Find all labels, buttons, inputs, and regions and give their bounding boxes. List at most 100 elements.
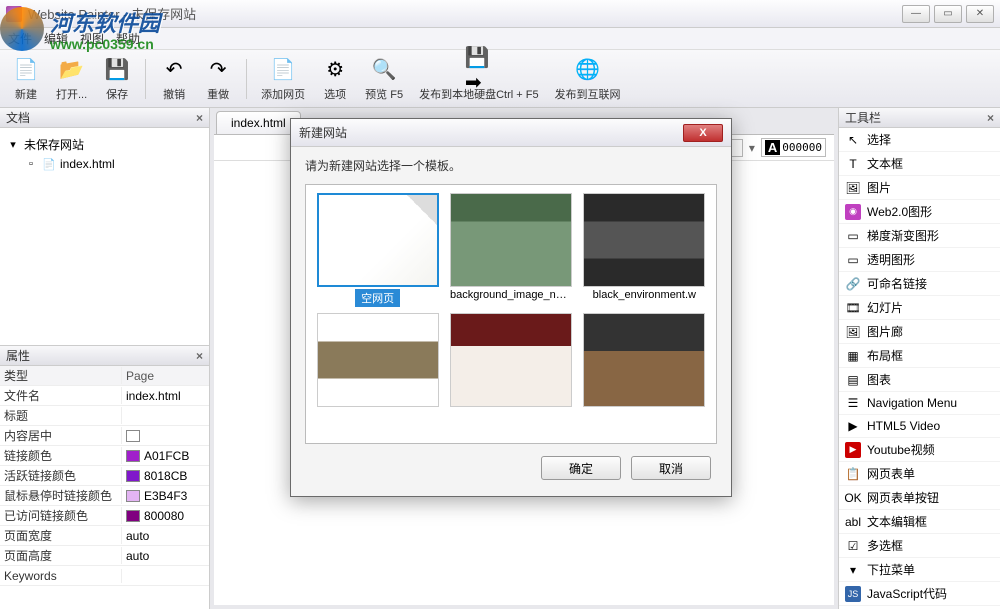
tool-图片[interactable]: 🖼图片 xyxy=(839,176,1000,200)
template-item[interactable] xyxy=(581,313,708,409)
dialog-close-button[interactable]: X xyxy=(683,124,723,142)
prop-row[interactable]: 标题 xyxy=(0,406,209,426)
prop-value[interactable]: auto xyxy=(122,549,209,563)
toolbar-预览 F5[interactable]: 🔍预览 F5 xyxy=(359,54,409,104)
prop-row[interactable]: 活跃链接颜色8018CB xyxy=(0,466,209,486)
prop-value[interactable]: index.html xyxy=(122,389,209,403)
tool-label: 网页表单按钮 xyxy=(867,489,939,506)
tool-文本编辑框[interactable]: abl文本编辑框 xyxy=(839,510,1000,534)
close-button[interactable]: ✕ xyxy=(966,5,994,23)
toolbar-打开...[interactable]: 📂打开... xyxy=(50,54,93,104)
prop-row[interactable]: 链接颜色A01FCB xyxy=(0,446,209,466)
minimize-button[interactable]: — xyxy=(902,5,930,23)
toolbar-撤销[interactable]: ↶撤销 xyxy=(154,54,194,104)
tree-expand-icon[interactable]: ▾ xyxy=(6,138,20,152)
prop-value[interactable]: auto xyxy=(122,529,209,543)
maximize-button[interactable]: ▭ xyxy=(934,5,962,23)
template-list[interactable]: 空网页background_image_natureblack_environm… xyxy=(305,184,717,444)
tool-选择[interactable]: ↖选择 xyxy=(839,128,1000,152)
template-item[interactable] xyxy=(447,313,574,409)
tool-Youtube视频[interactable]: ▶Youtube视频 xyxy=(839,438,1000,462)
color-swatch[interactable] xyxy=(126,510,140,522)
toolbar-发布到互联网[interactable]: 🌐发布到互联网 xyxy=(549,54,627,104)
toolbar-重做[interactable]: ↷重做 xyxy=(198,54,238,104)
template-thumbnail[interactable] xyxy=(583,313,705,407)
template-item[interactable]: black_environment.w xyxy=(581,193,708,307)
prop-value[interactable]: A01FCB xyxy=(122,449,209,463)
prop-row[interactable]: 页面宽度auto xyxy=(0,526,209,546)
tool-label: 梯度渐变图形 xyxy=(867,227,939,244)
toolbox-close-icon[interactable]: × xyxy=(987,111,994,125)
template-item[interactable]: 空网页 xyxy=(314,193,441,307)
dropdown-icon[interactable]: ▾ xyxy=(749,141,755,155)
prop-value[interactable]: 800080 xyxy=(122,509,209,523)
toolbar-发布到本地硬盘Ctrl + F5[interactable]: 💾➡发布到本地硬盘Ctrl + F5 xyxy=(413,54,544,104)
prop-value[interactable]: E3B4F3 xyxy=(122,489,209,503)
toolbar-保存[interactable]: 💾保存 xyxy=(97,54,137,104)
toolbox-panel: 工具栏 × ↖选择T文本框🖼图片◉Web2.0图形▭梯度渐变图形▭透明图形🔗可命… xyxy=(838,108,1000,609)
properties-panel-close-icon[interactable]: × xyxy=(196,349,203,363)
prop-value[interactable]: 8018CB xyxy=(122,469,209,483)
menu-edit[interactable]: 编辑 xyxy=(44,30,68,47)
tool-label: 布局框 xyxy=(867,347,903,364)
prop-value[interactable] xyxy=(122,430,209,442)
menu-view[interactable]: 视图 xyxy=(80,30,104,47)
documents-panel-close-icon[interactable]: × xyxy=(196,111,203,125)
toolbar-添加网页[interactable]: 📄添加网页 xyxy=(255,54,311,104)
prop-row[interactable]: Keywords xyxy=(0,566,209,586)
cancel-button[interactable]: 取消 xyxy=(631,456,711,480)
tool-Navigation Menu[interactable]: ☰Navigation Menu xyxy=(839,392,1000,415)
text-color-value: 000000 xyxy=(782,141,822,154)
template-thumbnail[interactable] xyxy=(583,193,705,287)
tool-网页表单[interactable]: 📋网页表单 xyxy=(839,462,1000,486)
tool-HTML5 Video[interactable]: ▶HTML5 Video xyxy=(839,415,1000,438)
tool-透明图形[interactable]: ▭透明图形 xyxy=(839,248,1000,272)
prop-row[interactable]: 内容居中 xyxy=(0,426,209,446)
tool-梯度渐变图形[interactable]: ▭梯度渐变图形 xyxy=(839,224,1000,248)
tool-可命名链接[interactable]: 🔗可命名链接 xyxy=(839,272,1000,296)
file-icon: ▫ xyxy=(24,157,38,171)
ok-button[interactable]: 确定 xyxy=(541,456,621,480)
prop-row[interactable]: 页面高度auto xyxy=(0,546,209,566)
prop-key: 内容居中 xyxy=(0,427,122,444)
toolbar-选项[interactable]: ⚙选项 xyxy=(315,54,355,104)
tree-file[interactable]: ▫ 📄 index.html xyxy=(24,155,203,173)
tool-下拉菜单[interactable]: ▾下拉菜单 xyxy=(839,558,1000,582)
tool-幻灯片[interactable]: 🎞幻灯片 xyxy=(839,296,1000,320)
color-swatch[interactable] xyxy=(126,490,140,502)
template-thumbnail[interactable] xyxy=(450,313,572,407)
prop-row[interactable]: 已访问链接颜色800080 xyxy=(0,506,209,526)
prop-row[interactable]: 文件名index.html xyxy=(0,386,209,406)
tool-图片廊[interactable]: 🖼图片廊 xyxy=(839,320,1000,344)
template-thumbnail[interactable] xyxy=(317,313,439,407)
template-item[interactable]: background_image_nature xyxy=(447,193,574,307)
tool-icon: T xyxy=(845,156,861,172)
tool-icon: abl xyxy=(845,514,861,530)
tool-多选框[interactable]: ☑多选框 xyxy=(839,534,1000,558)
tool-图表[interactable]: ▤图表 xyxy=(839,368,1000,392)
template-thumbnail[interactable] xyxy=(317,193,439,287)
color-swatch[interactable] xyxy=(126,430,140,442)
tool-JavaScript代码[interactable]: JSJavaScript代码 xyxy=(839,582,1000,606)
tool-Web2.0图形[interactable]: ◉Web2.0图形 xyxy=(839,200,1000,224)
toolbar-label: 预览 F5 xyxy=(365,86,403,102)
prop-head-key: 类型 xyxy=(0,367,122,384)
tab-index[interactable]: index.html xyxy=(216,111,301,134)
menu-help[interactable]: 帮助 xyxy=(116,30,140,47)
tool-布局框[interactable]: ▦布局框 xyxy=(839,344,1000,368)
menu-file[interactable]: 文件 xyxy=(8,30,32,47)
tool-icon: 🔗 xyxy=(845,276,861,292)
tool-文本框[interactable]: T文本框 xyxy=(839,152,1000,176)
menubar: 文件 编辑 视图 帮助 xyxy=(0,28,1000,50)
template-item[interactable] xyxy=(314,313,441,409)
color-swatch[interactable] xyxy=(126,450,140,462)
text-color-picker[interactable]: A 000000 xyxy=(761,138,826,157)
toolbar-新建[interactable]: 📄新建 xyxy=(6,54,46,104)
template-thumbnail[interactable] xyxy=(450,193,572,287)
color-swatch[interactable] xyxy=(126,470,140,482)
prop-key: 活跃链接颜色 xyxy=(0,467,122,484)
tool-网页表单按钮[interactable]: OK网页表单按钮 xyxy=(839,486,1000,510)
tree-root[interactable]: ▾ 未保存网站 xyxy=(6,134,203,155)
tool-label: 图表 xyxy=(867,371,891,388)
prop-row[interactable]: 鼠标悬停时链接颜色E3B4F3 xyxy=(0,486,209,506)
